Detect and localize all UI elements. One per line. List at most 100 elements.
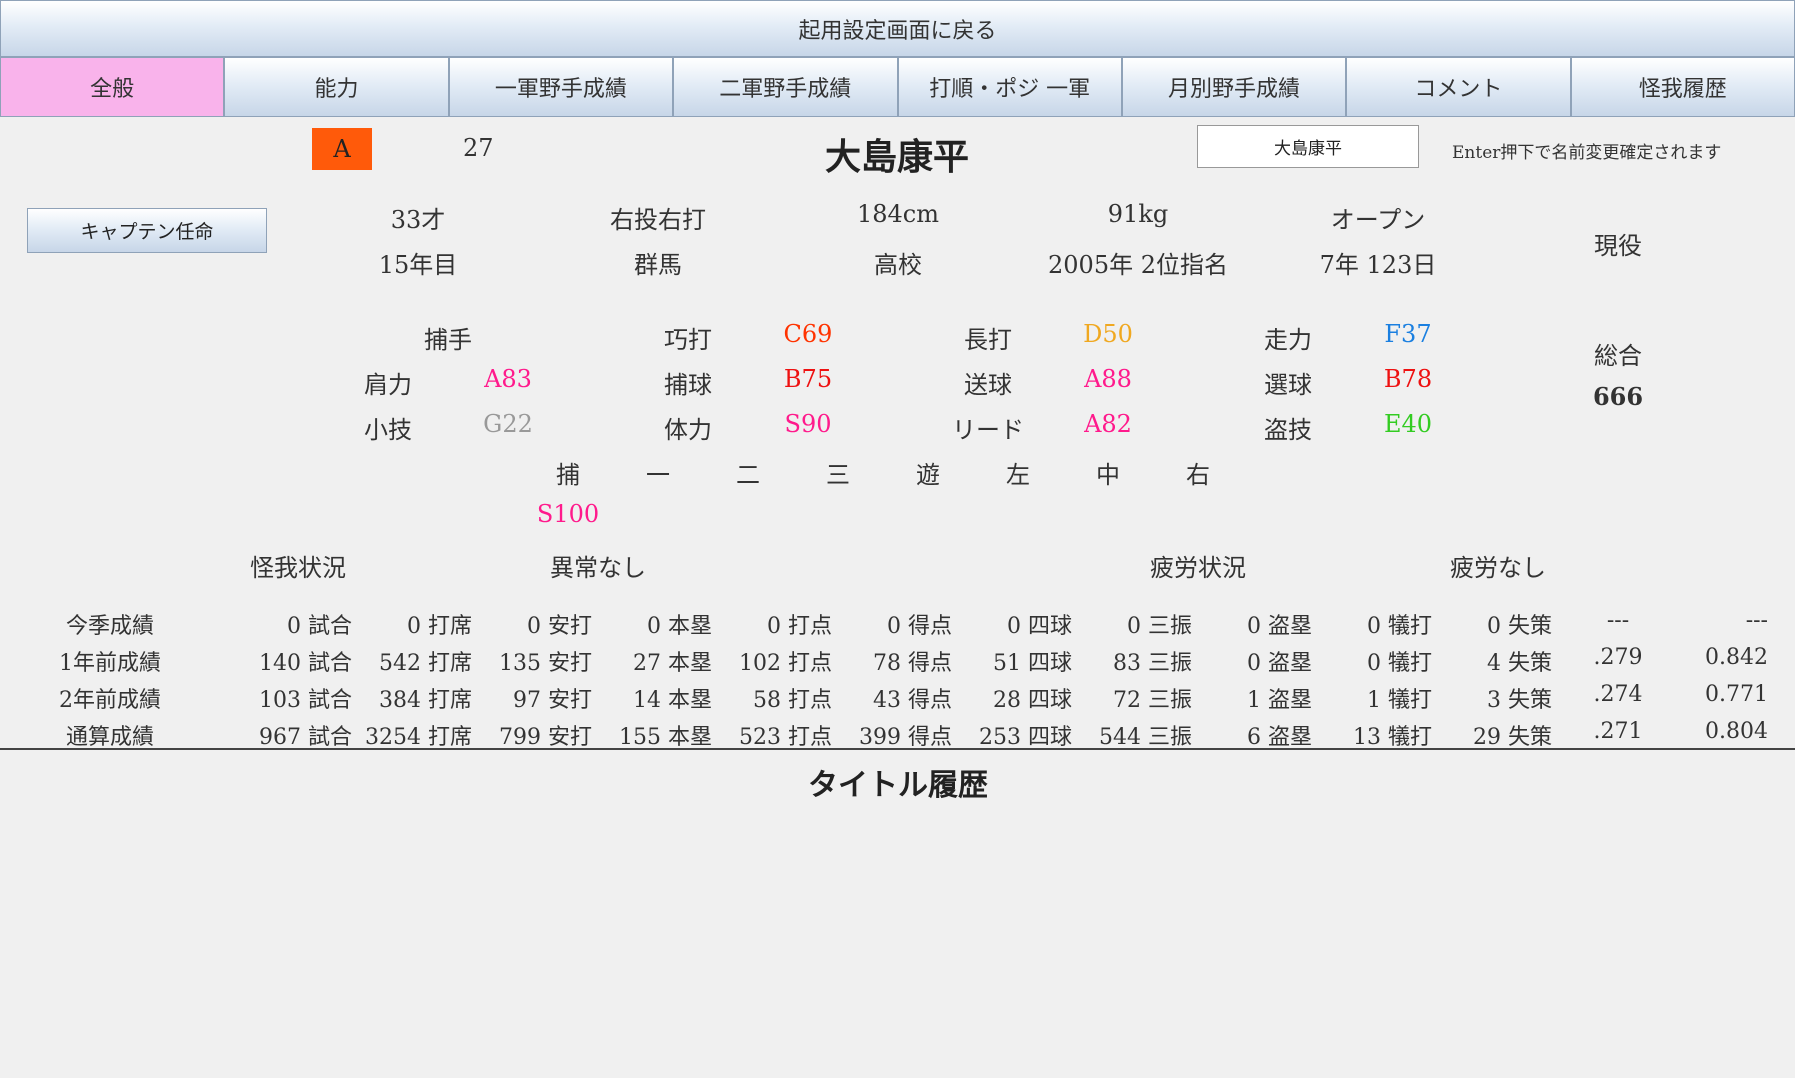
school: 高校 xyxy=(874,251,922,279)
ability-label: 走力 xyxy=(1264,326,1312,354)
ability-label: 長打 xyxy=(964,326,1012,354)
ability-value: G22 xyxy=(483,410,533,438)
ability-label: リード xyxy=(952,416,1024,444)
stats-cell: 3254 打席 xyxy=(365,725,472,750)
weight: 91kg xyxy=(1107,200,1169,228)
stats-cell: 1 犠打 xyxy=(1367,688,1432,713)
divider xyxy=(0,748,1795,750)
tab-abilities[interactable]: 能力 xyxy=(224,58,449,117)
age: 33才 xyxy=(390,206,446,234)
stats-ops: 0.771 xyxy=(1705,682,1768,707)
tab-bar: 全般 能力 一軍野手成績 二軍野手成績 打順・ポジ 一軍 月別野手成績 コメント… xyxy=(0,58,1795,117)
stats-cell: 102 打点 xyxy=(739,651,832,676)
captain-appoint-button[interactable]: キャプテン任命 xyxy=(27,208,267,253)
overall-label: 総合 xyxy=(1594,342,1642,370)
stats-cell: 399 得点 xyxy=(859,725,952,750)
throw-bat: 右投右打 xyxy=(610,206,706,234)
stats-cell: 0 安打 xyxy=(527,614,592,639)
back-to-lineup-button[interactable]: 起用設定画面に戻る xyxy=(0,0,1795,58)
tab-general[interactable]: 全般 xyxy=(0,58,225,117)
catcher-rating: S100 xyxy=(536,500,600,528)
stats-cell: 28 四球 xyxy=(993,688,1072,713)
uniform-number: 27 xyxy=(463,134,494,162)
player-name: 大島康平 xyxy=(824,136,970,178)
height: 184cm xyxy=(856,200,940,228)
ability-label: 巧打 xyxy=(664,326,712,354)
ability-label: 選球 xyxy=(1264,371,1312,399)
stats-cell: 27 本塁 xyxy=(633,651,712,676)
name-change-hint: Enter押下で名前変更確定されます xyxy=(1452,143,1722,163)
position-short: 遊 xyxy=(916,461,940,489)
stats-cell: 58 打点 xyxy=(753,688,832,713)
stats-row-label: 2年前成績 xyxy=(59,688,161,713)
batting-form: オープン xyxy=(1330,206,1426,234)
stats-cell: 253 四球 xyxy=(979,725,1072,750)
overall-value: 666 xyxy=(1592,382,1644,411)
stats-avg: .271 xyxy=(1593,719,1643,744)
stats-cell: 29 失策 xyxy=(1473,725,1552,750)
stats-avg: .279 xyxy=(1593,645,1643,670)
stats-avg: --- xyxy=(1606,608,1630,633)
ability-value: C69 xyxy=(783,320,833,348)
position-center: 中 xyxy=(1096,461,1120,489)
stats-cell: 0 試合 xyxy=(287,614,352,639)
service-time: 7年 123日 xyxy=(1319,251,1437,279)
stats-cell: 135 安打 xyxy=(499,651,592,676)
name-edit-field[interactable] xyxy=(1197,125,1419,168)
stats-cell: 51 四球 xyxy=(993,651,1072,676)
stats-cell: 0 三振 xyxy=(1127,614,1192,639)
stats-row-label: 通算成績 xyxy=(65,725,155,750)
stats-row-label: 今季成績 xyxy=(65,614,155,639)
position-right: 右 xyxy=(1186,461,1210,489)
draft: 2005年 2位指名 xyxy=(1048,251,1228,279)
ability-label: 送球 xyxy=(964,371,1012,399)
rank-badge: A xyxy=(312,128,372,170)
stats-cell: 140 試合 xyxy=(259,651,352,676)
stats-ops: 0.804 xyxy=(1705,719,1768,744)
tab-second-team-stats[interactable]: 二軍野手成績 xyxy=(673,58,898,117)
ability-value: S90 xyxy=(784,410,832,438)
stats-cell: 83 三振 xyxy=(1113,651,1192,676)
stats-cell: 0 打席 xyxy=(407,614,472,639)
tab-first-team-stats[interactable]: 一軍野手成績 xyxy=(448,58,674,117)
stats-cell: 6 盗塁 xyxy=(1247,725,1312,750)
ability-label: 体力 xyxy=(664,416,712,444)
stats-avg: .274 xyxy=(1593,682,1643,707)
tab-comment[interactable]: コメント xyxy=(1346,58,1571,117)
stats-cell: 43 得点 xyxy=(873,688,952,713)
ability-label: 捕球 xyxy=(664,371,712,399)
ability-value: E40 xyxy=(1383,410,1433,438)
hometown: 群馬 xyxy=(634,251,682,279)
tab-injury-history[interactable]: 怪我履歴 xyxy=(1570,58,1795,117)
stats-cell: 0 得点 xyxy=(887,614,952,639)
stats-ops: 0.842 xyxy=(1705,645,1768,670)
stats-cell: 13 犠打 xyxy=(1353,725,1432,750)
stats-cell: 103 試合 xyxy=(259,688,352,713)
ability-value: B78 xyxy=(1383,365,1433,393)
stats-cell: 155 本塁 xyxy=(619,725,712,750)
stats-cell: 0 四球 xyxy=(1007,614,1072,639)
stats-ops: --- xyxy=(1745,608,1768,633)
injury-label: 怪我状況 xyxy=(250,554,346,582)
titles-heading: タイトル履歴 xyxy=(808,768,988,803)
injury-value: 異常なし xyxy=(550,554,646,582)
ability-value: A83 xyxy=(484,365,532,393)
stats-cell: 14 本塁 xyxy=(633,688,712,713)
stats-cell: 97 安打 xyxy=(513,688,592,713)
stats-row-label: 1年前成績 xyxy=(59,651,161,676)
position-third: 三 xyxy=(826,461,850,489)
ability-value: F37 xyxy=(1384,320,1432,348)
position-second: 二 xyxy=(736,461,760,489)
position-main: 捕手 xyxy=(424,326,472,354)
tab-batting-order-position[interactable]: 打順・ポジ 一軍 xyxy=(897,58,1122,117)
years-pro: 15年目 xyxy=(378,251,458,279)
stats-cell: 542 打席 xyxy=(379,651,472,676)
stats-cell: 544 三振 xyxy=(1099,725,1192,750)
stats-cell: 0 本塁 xyxy=(647,614,712,639)
position-first: 一 xyxy=(646,461,670,489)
tab-monthly-stats[interactable]: 月別野手成績 xyxy=(1121,58,1347,117)
ability-label: 盗技 xyxy=(1264,416,1312,444)
ability-value: B75 xyxy=(783,365,833,393)
ability-label: 小技 xyxy=(364,416,412,444)
stats-cell: 0 盗塁 xyxy=(1247,614,1312,639)
